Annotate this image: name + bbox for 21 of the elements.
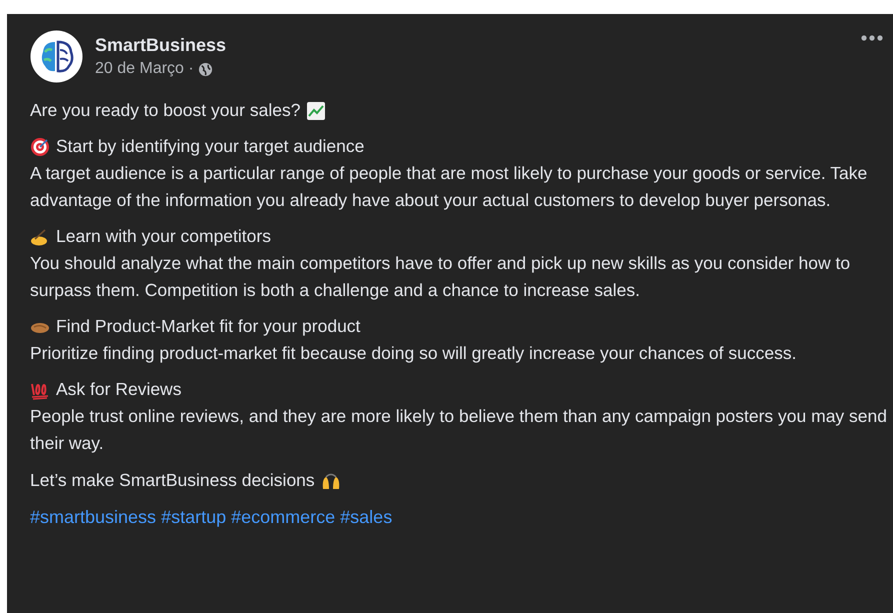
more-options-icon[interactable] xyxy=(861,34,883,42)
hashtag-link[interactable]: #ecommerce xyxy=(231,504,336,531)
brain-logo-icon xyxy=(30,30,83,83)
hashtag-link[interactable]: #smartbusiness xyxy=(30,504,156,531)
section-body: Prioritize finding product-market fit because doing so will greatly increase your chances of success. xyxy=(30,342,798,365)
section-body: You should analyze what the main competitors have to offer and pick up new skills as you consider how to surpass them. Competition is both a challenge and a chance to increase sales. xyxy=(30,252,852,302)
section-heading: Start by identifying your target audience xyxy=(56,135,364,158)
post-date[interactable]: 20 de Março · xyxy=(95,60,194,78)
section-heading: Learn with your competitors xyxy=(56,225,271,248)
target-icon xyxy=(30,136,50,156)
section-body: A target audience is a particular range of people that are most likely to purchase your goods or service. Take advantage of the information you already have about your actual customers to develop buyer personas. xyxy=(30,162,868,212)
hashtag-link[interactable]: #startup xyxy=(161,504,226,531)
closing-text: Let’s make SmartBusiness decisions xyxy=(30,469,315,492)
chart-increasing-icon xyxy=(306,100,326,120)
globe-icon xyxy=(198,62,213,76)
section-heading: Find Product-Market fit for your product xyxy=(56,315,360,338)
section-body: People trust online reviews, and they are more likely to believe them than any campaign posters you may send their way. xyxy=(30,405,888,455)
post-intro: Are you ready to boost your sales? xyxy=(30,99,300,122)
section-heading: Ask for Reviews xyxy=(56,378,182,401)
hashtag-link[interactable]: #sales xyxy=(340,504,392,531)
author-name[interactable]: SmartBusiness xyxy=(95,35,226,56)
